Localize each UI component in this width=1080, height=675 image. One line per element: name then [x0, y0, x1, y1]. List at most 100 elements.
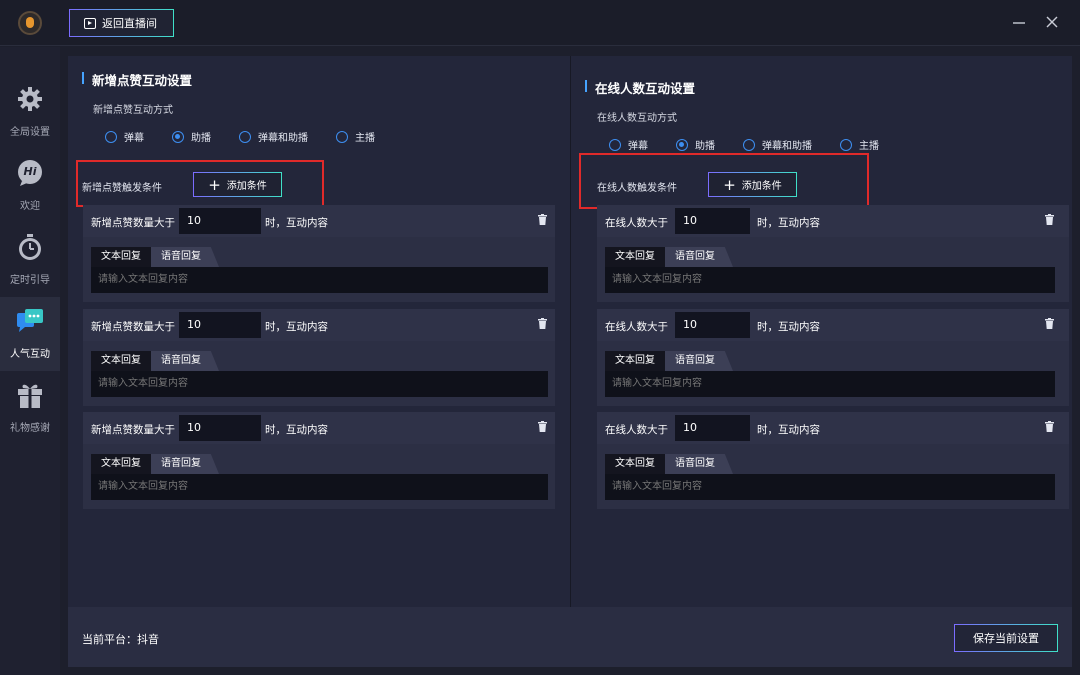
- text-reply-input[interactable]: [605, 474, 1055, 500]
- condition-card: 在线人数大于 时，互动内容 文本回复 语音回复: [597, 205, 1069, 302]
- mode-label: 新增点赞互动方式: [93, 105, 173, 116]
- mode-radio-danmu-assistant[interactable]: 弹幕和助播: [239, 129, 308, 144]
- mode-radio-danmu-assistant[interactable]: 弹幕和助播: [743, 137, 812, 152]
- sidebar: 全局设置 Hi 欢迎 定时引导 人气互动 礼物感谢: [0, 47, 60, 675]
- radio-icon: [336, 130, 348, 143]
- mode-radio-assistant[interactable]: 助播: [172, 129, 211, 144]
- tab-text-reply[interactable]: 文本回复: [91, 351, 151, 371]
- trash-icon[interactable]: [1045, 318, 1054, 329]
- radio-label: 弹幕和助播: [762, 141, 812, 152]
- mode-radio-host[interactable]: 主播: [336, 129, 375, 144]
- trash-icon[interactable]: [538, 214, 547, 225]
- sidebar-item-timed-guide[interactable]: 定时引导: [0, 223, 60, 297]
- condition-label: 在线人数大于: [605, 424, 668, 436]
- section-title: 在线人数互动设置: [585, 78, 695, 97]
- tab-text-reply[interactable]: 文本回复: [605, 351, 665, 371]
- tab-voice-reply[interactable]: 语音回复: [151, 351, 219, 371]
- save-settings-button[interactable]: 保存当前设置: [954, 624, 1058, 652]
- threshold-input[interactable]: [179, 415, 261, 441]
- condition-header: 新增点赞数量大于 时，互动内容: [83, 412, 555, 444]
- tab-text-reply[interactable]: 文本回复: [605, 454, 665, 474]
- mode-label: 在线人数互动方式: [597, 113, 677, 124]
- condition-header: 在线人数大于 时，互动内容: [597, 309, 1069, 341]
- mode-radio-danmu[interactable]: 弹幕: [609, 137, 648, 152]
- condition-suffix: 时，互动内容: [265, 321, 328, 333]
- app-logo-icon: [18, 11, 42, 35]
- condition-card: 在线人数大于 时，互动内容 文本回复 语音回复: [597, 309, 1069, 406]
- close-icon[interactable]: [1043, 13, 1061, 31]
- radio-label: 助播: [191, 133, 211, 144]
- tab-voice-reply[interactable]: 语音回复: [151, 454, 219, 474]
- text-reply-input[interactable]: [91, 371, 548, 397]
- radio-icon: [840, 138, 852, 151]
- mode-radio-host[interactable]: 主播: [840, 137, 879, 152]
- text-reply-input[interactable]: [605, 267, 1055, 293]
- mode-radio-danmu[interactable]: 弹幕: [105, 129, 144, 144]
- tab-text-reply[interactable]: 文本回复: [605, 247, 665, 267]
- tab-text-reply[interactable]: 文本回复: [91, 247, 151, 267]
- add-condition-button[interactable]: + 添加条件: [708, 172, 797, 197]
- tab-voice-reply[interactable]: 语音回复: [665, 454, 733, 474]
- trash-icon[interactable]: [538, 421, 547, 432]
- condition-suffix: 时，互动内容: [265, 424, 328, 436]
- sidebar-item-global-settings[interactable]: 全局设置: [0, 75, 60, 149]
- reply-tabs: 文本回复 语音回复: [605, 454, 733, 474]
- condition-card: 新增点赞数量大于 时，互动内容 文本回复 语音回复: [83, 309, 555, 406]
- hi-badge: Hi: [23, 165, 37, 178]
- threshold-input[interactable]: [675, 208, 750, 234]
- sidebar-item-label: 欢迎: [20, 201, 40, 212]
- condition-header: 新增点赞数量大于 时，互动内容: [83, 205, 555, 237]
- sidebar-item-label: 礼物感谢: [10, 423, 50, 434]
- trash-icon[interactable]: [1045, 214, 1054, 225]
- sidebar-item-welcome[interactable]: Hi 欢迎: [0, 149, 60, 223]
- tab-voice-reply[interactable]: 语音回复: [665, 247, 733, 267]
- add-condition-label: 添加条件: [741, 181, 782, 192]
- tab-voice-reply[interactable]: 语音回复: [151, 247, 219, 267]
- current-platform-label: 当前平台：抖音: [82, 633, 159, 646]
- footer-bar: 当前平台：抖音 保存当前设置: [68, 607, 1072, 667]
- online-count-interaction-panel: 在线人数互动设置 在线人数互动方式 弹幕 助播 弹幕和助播 主播 在线人数触发条…: [570, 56, 1069, 607]
- text-reply-input[interactable]: [91, 267, 548, 293]
- reply-tabs: 文本回复 语音回复: [605, 351, 733, 371]
- threshold-input[interactable]: [179, 312, 261, 338]
- radio-icon: [239, 130, 251, 143]
- plus-icon: +: [208, 175, 221, 194]
- plus-icon: +: [723, 175, 736, 194]
- radio-icon: [105, 130, 117, 143]
- condition-suffix: 时，互动内容: [757, 217, 820, 229]
- radio-label: 助播: [695, 141, 715, 152]
- condition-header: 在线人数大于 时，互动内容: [597, 205, 1069, 237]
- timer-icon: [19, 234, 41, 260]
- threshold-input[interactable]: [675, 312, 750, 338]
- condition-label: 新增点赞数量大于: [91, 321, 175, 333]
- back-to-live-button[interactable]: 返回直播间: [69, 9, 174, 37]
- reply-tabs: 文本回复 语音回复: [605, 247, 733, 267]
- mode-radio-group: 弹幕 助播 弹幕和助播 主播: [609, 137, 907, 152]
- trash-icon[interactable]: [1045, 421, 1054, 432]
- trigger-label: 新增点赞触发条件: [82, 183, 162, 194]
- text-reply-input[interactable]: [91, 474, 548, 500]
- sidebar-item-gift-thanks[interactable]: 礼物感谢: [0, 371, 60, 445]
- section-title: 新增点赞互动设置: [82, 70, 192, 89]
- chat-bubbles-icon: [17, 309, 43, 332]
- sidebar-item-popularity-interaction[interactable]: 人气互动: [0, 297, 60, 371]
- condition-suffix: 时，互动内容: [757, 424, 820, 436]
- minimize-icon[interactable]: [1010, 13, 1028, 31]
- main-content: 新增点赞互动设置 新增点赞互动方式 弹幕 助播 弹幕和助播 主播 新增点赞触发条…: [68, 56, 1072, 607]
- threshold-input[interactable]: [179, 208, 261, 234]
- radio-checked-icon: [172, 130, 184, 143]
- reply-tabs: 文本回复 语音回复: [91, 351, 219, 371]
- threshold-input[interactable]: [675, 415, 750, 441]
- gear-icon: [18, 87, 42, 111]
- text-reply-input[interactable]: [605, 371, 1055, 397]
- radio-label: 主播: [355, 133, 375, 144]
- tab-voice-reply[interactable]: 语音回复: [665, 351, 733, 371]
- reply-tabs: 文本回复 语音回复: [91, 454, 219, 474]
- tab-text-reply[interactable]: 文本回复: [91, 454, 151, 474]
- trash-icon[interactable]: [538, 318, 547, 329]
- condition-suffix: 时，互动内容: [757, 321, 820, 333]
- title-bar: 返回直播间: [0, 0, 1080, 46]
- mode-radio-assistant[interactable]: 助播: [676, 137, 715, 152]
- reply-tabs: 文本回复 语音回复: [91, 247, 219, 267]
- add-condition-button[interactable]: + 添加条件: [193, 172, 282, 197]
